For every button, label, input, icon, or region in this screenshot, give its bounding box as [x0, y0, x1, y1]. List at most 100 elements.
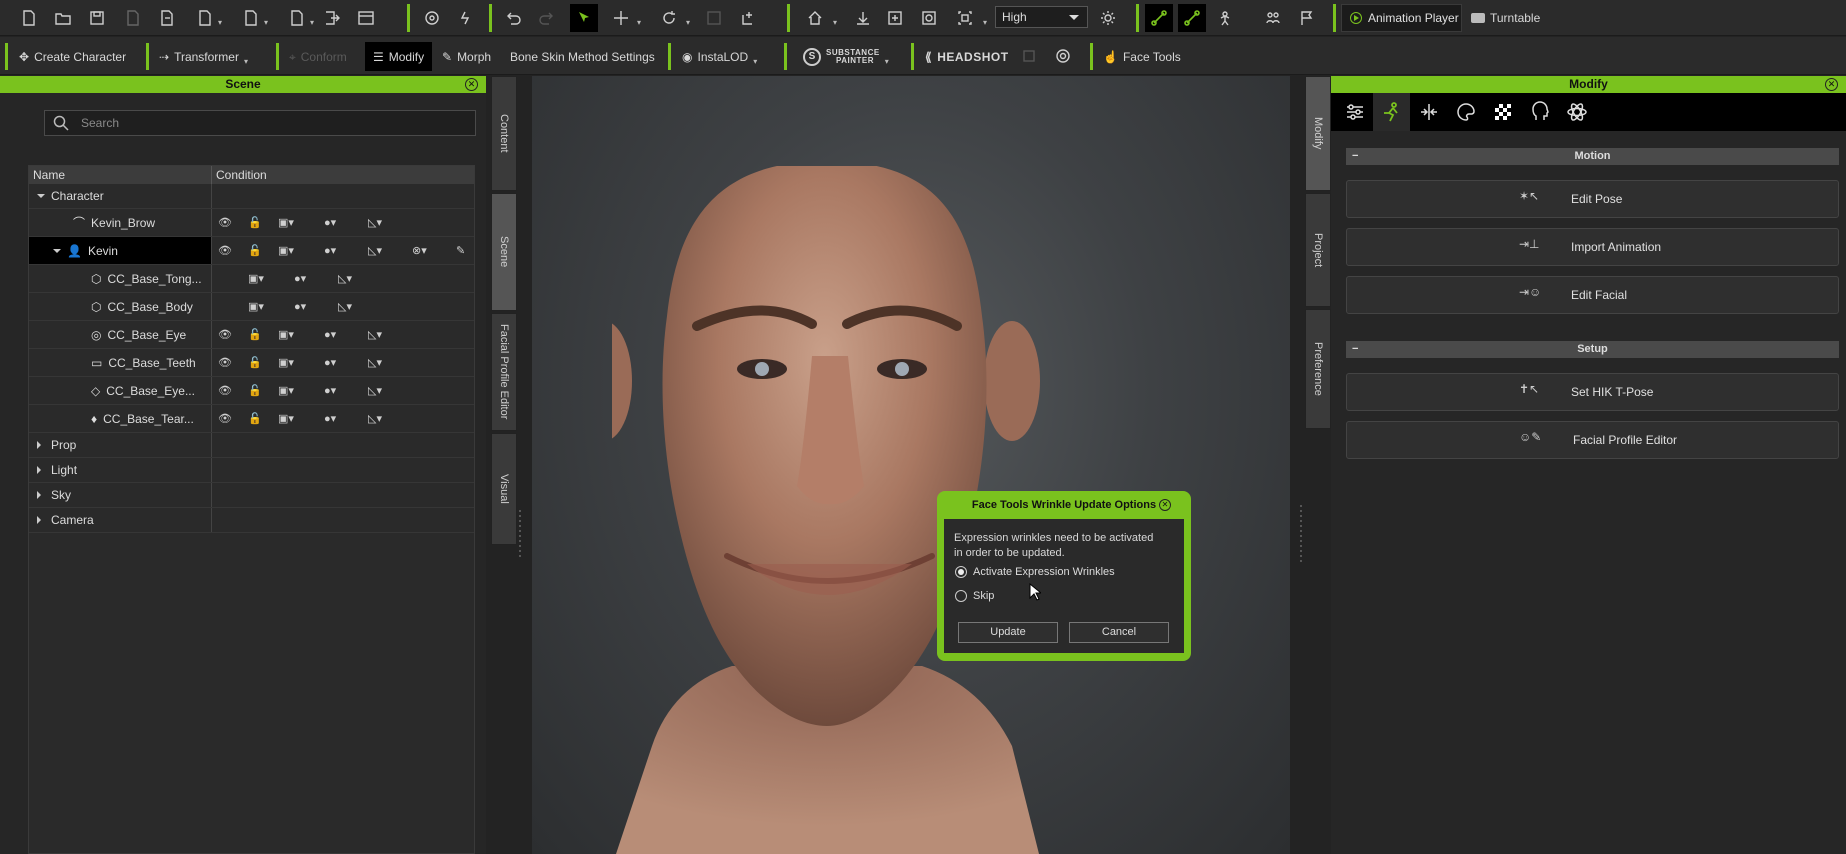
align-icon[interactable]	[1410, 93, 1447, 131]
instalod-button[interactable]: ◉ InstaLOD ▾	[682, 45, 757, 69]
mesh-icon[interactable]: ▣▾	[248, 300, 264, 313]
lock-icon[interactable]: 🔓	[248, 412, 262, 425]
expand-icon[interactable]	[53, 248, 61, 257]
mesh-icon[interactable]: ▣▾	[278, 328, 294, 341]
collapse-icon[interactable]: −	[1352, 341, 1358, 358]
quality-select[interactable]: High	[995, 6, 1088, 28]
collapse-icon[interactable]: −	[1352, 148, 1358, 165]
mesh-icon[interactable]: ▣▾	[278, 412, 294, 425]
select-icon[interactable]	[570, 4, 598, 32]
shadow-icon[interactable]: ◺▾	[338, 300, 352, 313]
render-icon[interactable]	[355, 7, 377, 29]
material-icon[interactable]: ●▾	[324, 384, 336, 397]
tree-row-prop[interactable]: Prop	[29, 433, 474, 458]
tree-row-camera[interactable]: Camera	[29, 508, 474, 533]
sliders-icon[interactable]	[1336, 93, 1373, 131]
material-icon[interactable]: ●▾	[324, 216, 336, 229]
tree-row-eye[interactable]: ◎ CC_Base_Eye 👁 🔓 ▣▾ ●▾ ◺▾	[29, 321, 474, 349]
send-icon[interactable]	[321, 7, 343, 29]
import-animation-button[interactable]: ⇥⊥ Import Animation	[1346, 228, 1839, 266]
modify-button[interactable]: ☰ Modify	[365, 42, 433, 71]
mesh-icon[interactable]: ▣▾	[248, 272, 264, 285]
home-icon[interactable]	[804, 7, 826, 29]
tab-visual[interactable]: Visual	[491, 433, 517, 545]
motion-section-header[interactable]: − Motion	[1346, 148, 1839, 165]
flag-icon[interactable]	[1296, 7, 1318, 29]
shadow-icon[interactable]: ◺▾	[338, 272, 352, 285]
view-icon[interactable]	[954, 7, 976, 29]
tree-row-character[interactable]: Character	[29, 184, 474, 209]
fit-icon[interactable]	[852, 7, 874, 29]
chevron-down-icon[interactable]: ▾	[310, 18, 314, 27]
close-icon[interactable]: ✕	[1825, 78, 1838, 91]
light-icon[interactable]	[1097, 7, 1119, 29]
chevron-down-icon[interactable]: ▾	[637, 18, 641, 27]
material-icon[interactable]: ●▾	[324, 328, 336, 341]
lock-icon[interactable]: 🔓	[248, 216, 262, 229]
camera-align-icon[interactable]	[421, 7, 443, 29]
tab-preference[interactable]: Preference	[1305, 309, 1331, 429]
open-folder-icon[interactable]	[52, 7, 74, 29]
scene-search-input[interactable]: Search	[44, 110, 476, 136]
mesh-icon[interactable]: ▣▾	[278, 216, 294, 229]
tree-row-light[interactable]: Light	[29, 458, 474, 483]
chevron-down-icon[interactable]: ▾	[833, 18, 837, 27]
setup-section-header[interactable]: − Setup	[1346, 341, 1839, 358]
set-hik-tpose-button[interactable]: ✝↖ Set HIK T-Pose	[1346, 373, 1839, 411]
tab-content[interactable]: Content	[491, 76, 517, 191]
mesh-icon[interactable]: ▣▾	[278, 384, 294, 397]
column-condition[interactable]: Condition	[212, 166, 474, 184]
facial-profile-editor-button[interactable]: ☺✎ Facial Profile Editor	[1346, 421, 1839, 459]
walk-icon[interactable]	[454, 7, 476, 29]
tree-row-kevin[interactable]: 👤 Kevin 👁 🔓 ▣▾ ●▾ ◺▾ ⊗▾ ✎	[29, 237, 474, 265]
radio-selected-icon[interactable]	[955, 566, 967, 578]
lock-icon[interactable]: 🔓	[248, 356, 262, 369]
update-button[interactable]: Update	[958, 622, 1058, 643]
motion-icon[interactable]	[1373, 93, 1410, 131]
close-icon[interactable]: ✕	[1159, 499, 1171, 511]
expand-icon[interactable]	[37, 194, 45, 202]
radio-icon[interactable]	[955, 590, 967, 602]
expand-icon[interactable]	[37, 491, 45, 499]
morph-button[interactable]: ✎ Morph	[442, 45, 491, 69]
lock-icon[interactable]: 🔓	[248, 328, 262, 341]
mesh-icon[interactable]: ▣▾	[278, 356, 294, 369]
column-name[interactable]: Name	[29, 166, 212, 184]
headshot-button[interactable]: ⟪ HEADSHOT	[925, 45, 1009, 69]
create-character-button[interactable]: ✥ Create Character	[19, 45, 126, 69]
tab-modify[interactable]: Modify	[1305, 76, 1331, 191]
add-point-icon[interactable]	[738, 7, 760, 29]
eye-icon[interactable]: 👁	[218, 216, 232, 229]
tab-project[interactable]: Project	[1305, 193, 1331, 307]
chevron-down-icon[interactable]: ▾	[983, 18, 987, 27]
tree-row-eye-occlusion[interactable]: ◇ CC_Base_Eye... 👁 🔓 ▣▾ ●▾ ◺▾	[29, 377, 474, 405]
shadow-icon[interactable]: ◺▾	[368, 216, 382, 229]
physics-icon[interactable]	[1558, 93, 1595, 131]
import-fbx-icon[interactable]	[240, 7, 262, 29]
shadow-icon[interactable]: ◺▾	[368, 356, 382, 369]
edit-pose-button[interactable]: ✶↖ Edit Pose	[1346, 180, 1839, 218]
head-profile-icon[interactable]	[1521, 93, 1558, 131]
shadow-icon[interactable]: ◺▾	[368, 328, 382, 341]
face-tools-button[interactable]: ☝ Face Tools	[1103, 45, 1181, 69]
expand-icon[interactable]	[37, 441, 45, 449]
substance-painter-button[interactable]: S SUBSTANCE PAINTER ▾	[803, 45, 889, 69]
material-icon[interactable]: ●▾	[294, 300, 306, 313]
save-icon[interactable]	[86, 7, 108, 29]
eye-icon[interactable]: 👁	[218, 244, 232, 257]
edit-facial-button[interactable]: ⇥☺ Edit Facial	[1346, 276, 1839, 314]
tab-scene[interactable]: Scene	[491, 193, 517, 311]
skeleton-icon[interactable]	[1214, 7, 1236, 29]
shadow-icon[interactable]: ◺▾	[368, 412, 382, 425]
tree-row-teeth[interactable]: ▭ CC_Base_Teeth 👁 🔓 ▣▾ ●▾ ◺▾	[29, 349, 474, 377]
frame-icon[interactable]	[884, 7, 906, 29]
checker-icon[interactable]	[1484, 93, 1521, 131]
eye-icon[interactable]: 👁	[218, 384, 232, 397]
palette-icon[interactable]	[1447, 93, 1484, 131]
tree-row-sky[interactable]: Sky	[29, 483, 474, 508]
animation-player-button[interactable]: Animation Player	[1341, 4, 1462, 32]
undo-icon[interactable]	[502, 7, 524, 29]
import-icon[interactable]	[156, 7, 178, 29]
lock-icon[interactable]: 🔓	[248, 384, 262, 397]
transformer-button[interactable]: ⇢ Transformer ▾	[159, 45, 248, 69]
